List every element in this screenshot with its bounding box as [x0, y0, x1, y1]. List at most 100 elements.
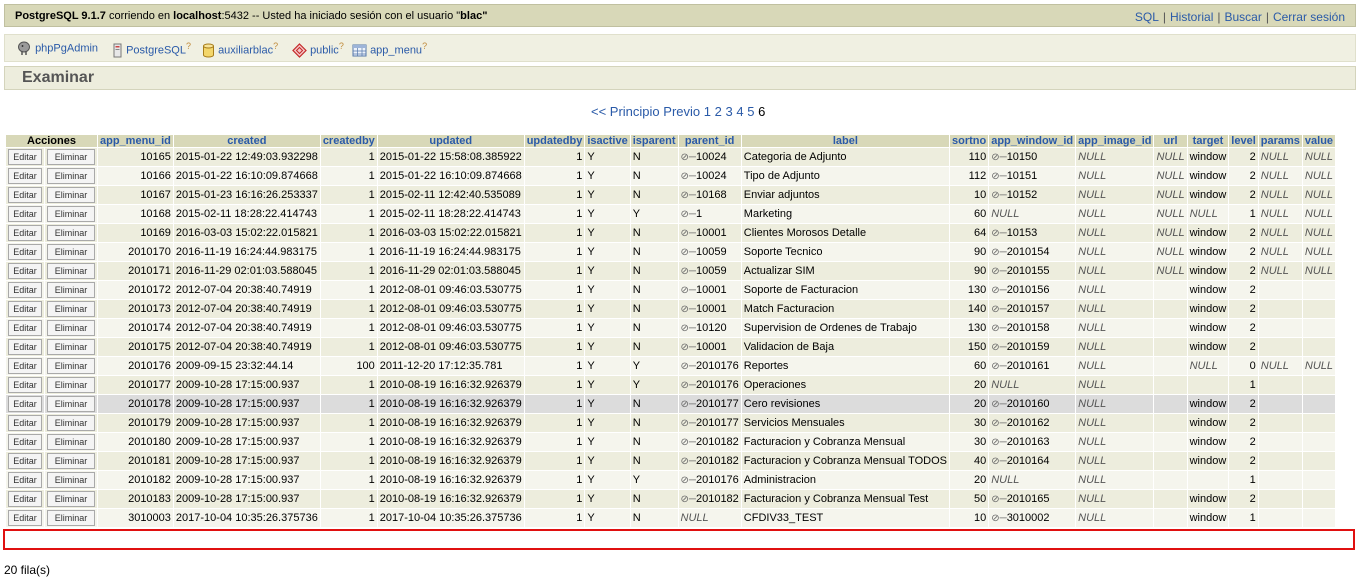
breadcrumb-label[interactable]: phpPgAdmin — [35, 42, 98, 54]
history-link[interactable]: Historial — [1170, 10, 1213, 24]
foreign-key-icon[interactable]: ⊘─ — [681, 323, 696, 334]
help-icon[interactable]: ? — [339, 41, 344, 51]
edit-button[interactable]: Editar — [8, 396, 42, 412]
foreign-key-icon[interactable]: ⊘─ — [991, 437, 1006, 448]
column-header-isparent[interactable]: isparent — [630, 135, 678, 147]
foreign-key-value[interactable]: 2010164 — [1007, 455, 1050, 467]
breadcrumb-schema[interactable]: public? — [292, 41, 344, 59]
foreign-key-value[interactable]: 10024 — [696, 170, 727, 182]
help-icon[interactable]: ? — [273, 41, 278, 51]
first-page-link[interactable]: << Principio — [591, 104, 660, 119]
delete-button[interactable]: Eliminar — [47, 244, 95, 260]
foreign-key-value[interactable]: 10001 — [696, 227, 727, 239]
foreign-key-icon[interactable]: ⊘─ — [681, 399, 696, 410]
edit-button[interactable]: Editar — [8, 358, 42, 374]
breadcrumb-server[interactable]: PostgreSQL? — [112, 41, 191, 58]
page-link[interactable]: 3 — [725, 104, 732, 119]
delete-button[interactable]: Eliminar — [47, 339, 95, 355]
foreign-key-value[interactable]: 2010159 — [1007, 341, 1050, 353]
foreign-key-value[interactable]: 10168 — [696, 189, 727, 201]
foreign-key-icon[interactable]: ⊘─ — [991, 418, 1006, 429]
edit-button[interactable]: Editar — [8, 472, 42, 488]
foreign-key-icon[interactable]: ⊘─ — [991, 152, 1006, 163]
edit-button[interactable]: Editar — [8, 453, 42, 469]
delete-button[interactable]: Eliminar — [47, 510, 95, 526]
foreign-key-icon[interactable]: ⊘─ — [991, 513, 1006, 524]
foreign-key-icon[interactable]: ⊘─ — [681, 209, 696, 220]
edit-button[interactable]: Editar — [8, 491, 42, 507]
foreign-key-icon[interactable]: ⊘─ — [681, 266, 696, 277]
foreign-key-icon[interactable]: ⊘─ — [681, 285, 696, 296]
edit-button[interactable]: Editar — [8, 263, 42, 279]
foreign-key-icon[interactable]: ⊘─ — [681, 304, 696, 315]
column-header-created[interactable]: created — [173, 135, 320, 147]
delete-button[interactable]: Eliminar — [47, 149, 95, 165]
foreign-key-value[interactable]: 2010176 — [696, 360, 739, 372]
edit-button[interactable]: Editar — [8, 301, 42, 317]
breadcrumb-label[interactable]: auxiliarblac — [218, 45, 273, 57]
foreign-key-icon[interactable]: ⊘─ — [681, 171, 696, 182]
delete-button[interactable]: Eliminar — [47, 263, 95, 279]
column-header-updated[interactable]: updated — [377, 135, 524, 147]
breadcrumb-table[interactable]: app_menu? — [352, 41, 427, 58]
foreign-key-value[interactable]: 10059 — [696, 265, 727, 277]
page-link[interactable]: 4 — [736, 104, 743, 119]
foreign-key-icon[interactable]: ⊘─ — [681, 152, 696, 163]
foreign-key-icon[interactable]: ⊘─ — [681, 247, 696, 258]
edit-button[interactable]: Editar — [8, 225, 42, 241]
foreign-key-icon[interactable]: ⊘─ — [681, 342, 696, 353]
foreign-key-icon[interactable]: ⊘─ — [991, 304, 1006, 315]
foreign-key-icon[interactable]: ⊘─ — [681, 418, 696, 429]
foreign-key-value[interactable]: 2010158 — [1007, 322, 1050, 334]
delete-button[interactable]: Eliminar — [47, 491, 95, 507]
foreign-key-icon[interactable]: ⊘─ — [991, 228, 1006, 239]
foreign-key-icon[interactable]: ⊘─ — [991, 399, 1006, 410]
foreign-key-icon[interactable]: ⊘─ — [681, 437, 696, 448]
column-header-sortno[interactable]: sortno — [949, 135, 989, 147]
help-icon[interactable]: ? — [186, 41, 191, 51]
foreign-key-value[interactable]: 10001 — [696, 303, 727, 315]
edit-button[interactable]: Editar — [8, 510, 42, 526]
foreign-key-icon[interactable]: ⊘─ — [681, 456, 696, 467]
foreign-key-value[interactable]: 10059 — [696, 246, 727, 258]
logout-link[interactable]: Cerrar sesión — [1273, 10, 1345, 24]
foreign-key-icon[interactable]: ⊘─ — [991, 456, 1006, 467]
column-header-target[interactable]: target — [1187, 135, 1229, 147]
foreign-key-value[interactable]: 2010162 — [1007, 417, 1050, 429]
foreign-key-value[interactable]: 10150 — [1007, 151, 1038, 163]
foreign-key-icon[interactable]: ⊘─ — [991, 323, 1006, 334]
edit-button[interactable]: Editar — [8, 187, 42, 203]
page-link[interactable]: 5 — [747, 104, 754, 119]
foreign-key-value[interactable]: 2010182 — [696, 455, 739, 467]
foreign-key-icon[interactable]: ⊘─ — [681, 494, 696, 505]
foreign-key-value[interactable]: 2010157 — [1007, 303, 1050, 315]
foreign-key-icon[interactable]: ⊘─ — [681, 190, 696, 201]
breadcrumb-database[interactable]: auxiliarblac? — [202, 41, 278, 58]
delete-button[interactable]: Eliminar — [47, 320, 95, 336]
edit-button[interactable]: Editar — [8, 206, 42, 222]
foreign-key-value[interactable]: 2010156 — [1007, 284, 1050, 296]
column-header-createdby[interactable]: createdby — [320, 135, 377, 147]
foreign-key-icon[interactable]: ⊘─ — [991, 285, 1006, 296]
foreign-key-value[interactable]: 10152 — [1007, 189, 1038, 201]
foreign-key-icon[interactable]: ⊘─ — [991, 247, 1006, 258]
delete-button[interactable]: Eliminar — [47, 453, 95, 469]
edit-button[interactable]: Editar — [8, 282, 42, 298]
foreign-key-value[interactable]: 10024 — [696, 151, 727, 163]
foreign-key-icon[interactable]: ⊘─ — [681, 361, 696, 372]
column-header-url[interactable]: url — [1154, 135, 1187, 147]
edit-button[interactable]: Editar — [8, 149, 42, 165]
foreign-key-value[interactable]: 2010165 — [1007, 493, 1050, 505]
foreign-key-value[interactable]: 10001 — [696, 284, 727, 296]
delete-button[interactable]: Eliminar — [47, 396, 95, 412]
delete-button[interactable]: Eliminar — [47, 434, 95, 450]
foreign-key-value[interactable]: 3010002 — [1007, 512, 1050, 524]
column-header-app-window-id[interactable]: app_window_id — [989, 135, 1076, 147]
column-header-isactive[interactable]: isactive — [585, 135, 630, 147]
column-header-parent-id[interactable]: parent_id — [678, 135, 741, 147]
foreign-key-value[interactable]: 2010177 — [696, 417, 739, 429]
breadcrumb-label[interactable]: app_menu — [370, 45, 422, 57]
column-header-level[interactable]: level — [1229, 135, 1258, 147]
foreign-key-value[interactable]: 2010176 — [696, 379, 739, 391]
sql-link[interactable]: SQL — [1135, 10, 1159, 24]
